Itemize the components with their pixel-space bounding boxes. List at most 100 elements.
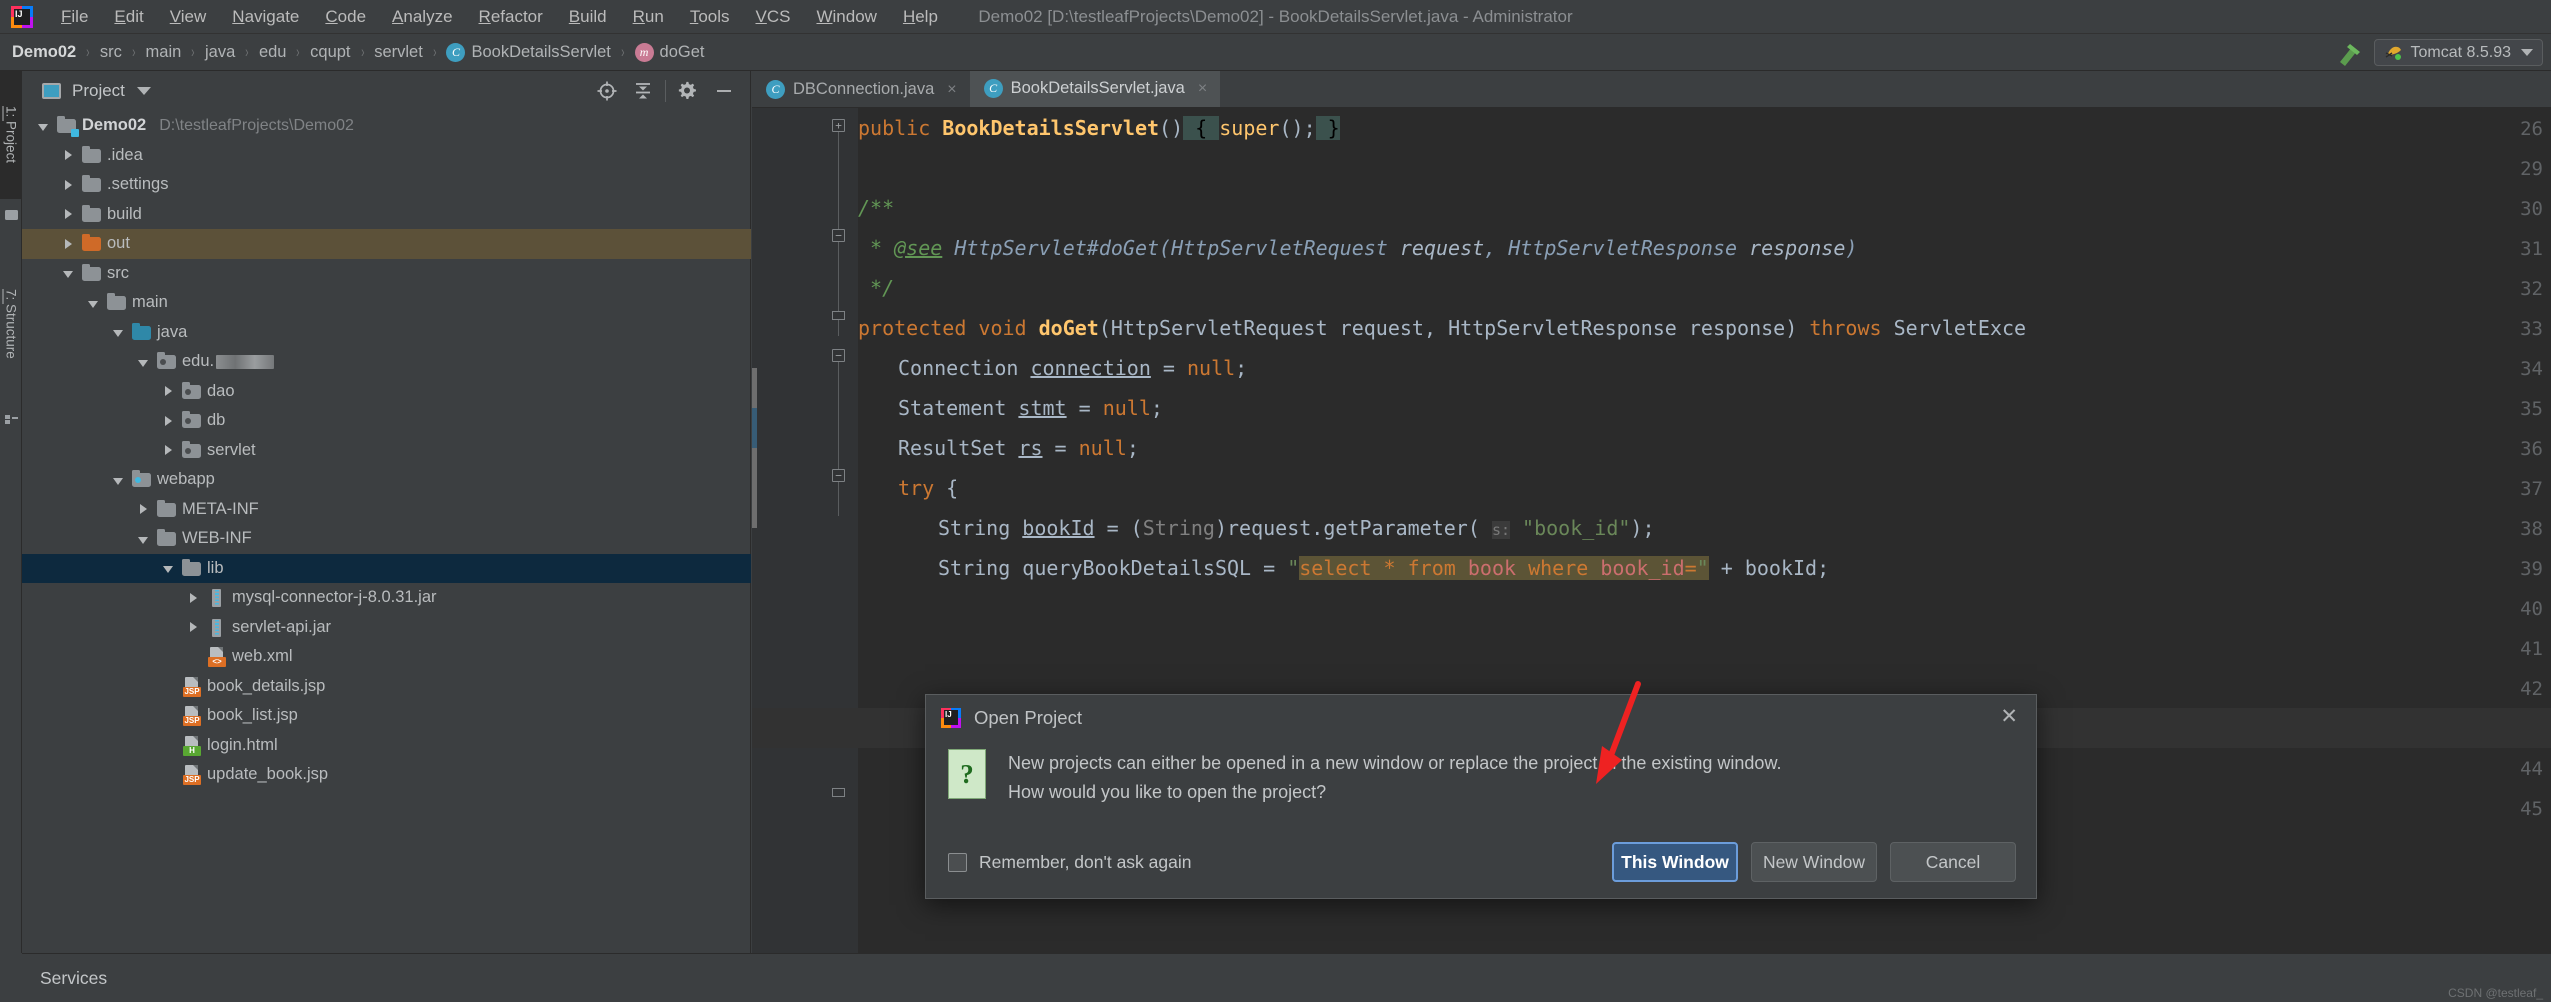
menu-item-file[interactable]: File <box>48 0 101 34</box>
tree-item-db[interactable]: db <box>22 406 751 436</box>
services-tool-window-bar[interactable]: Services <box>22 953 2551 1002</box>
editor-tab-dbconnection-java[interactable]: C DBConnection.java × <box>752 71 970 108</box>
menu-item-tools[interactable]: Tools <box>677 0 743 34</box>
project-tree[interactable]: Demo02 D:\testleafProjects\Demo02 .idea .se… <box>22 111 751 953</box>
chevron-down-icon[interactable] <box>84 295 102 311</box>
locate-icon[interactable] <box>589 73 625 109</box>
web-resource-folder-icon <box>131 470 153 489</box>
breadcrumb-item-cqupt[interactable]: cqupt <box>308 43 352 62</box>
tree-item-label: Demo02 <box>82 116 147 135</box>
tree-item-book-details-jsp[interactable]: JSP book_details.jsp <box>22 672 751 702</box>
breadcrumb-item-servlet[interactable]: servlet <box>372 43 425 62</box>
menu-item-navigate[interactable]: Navigate <box>219 0 312 34</box>
breadcrumb-item-src[interactable]: src <box>98 43 124 62</box>
breadcrumb-item-main[interactable]: main <box>144 43 184 62</box>
menu-item-help[interactable]: Help <box>890 0 951 34</box>
run-configuration-selector[interactable]: Tomcat 8.5.93 <box>2373 39 2543 66</box>
chevron-down-icon[interactable] <box>59 265 77 281</box>
chevron-down-icon[interactable] <box>136 87 151 95</box>
menu-item-build[interactable]: Build <box>556 0 620 34</box>
menu-item-vcs[interactable]: VCS <box>743 0 804 34</box>
chevron-down-icon[interactable] <box>134 531 152 547</box>
breadcrumb-item-java[interactable]: java <box>203 43 237 62</box>
fold-expand-icon[interactable]: + <box>832 119 845 132</box>
menu-item-edit[interactable]: Edit <box>101 0 156 34</box>
chevron-down-icon[interactable] <box>159 560 177 576</box>
chevron-right-icon[interactable] <box>59 236 77 252</box>
tree-item-servlet-api-jar[interactable]: servlet-api.jar <box>22 613 751 643</box>
chevron-right-icon[interactable] <box>59 147 77 163</box>
fold-collapse-icon[interactable]: − <box>832 469 845 482</box>
tree-item-update-book-jsp[interactable]: JSP update_book.jsp <box>22 760 751 790</box>
dialog-button-this-window[interactable]: This Window <box>1612 842 1738 882</box>
code-line-35: Statement stmt = null; <box>898 396 1163 420</box>
tree-item-login-html[interactable]: Hlogin.html <box>22 731 751 761</box>
tree-item-mysql-connector-j-8-0-31-jar[interactable]: mysql-connector-j-8.0.31.jar <box>22 583 751 613</box>
fold-end-icon[interactable] <box>832 311 845 320</box>
breadcrumb-item-demo02[interactable]: Demo02 <box>10 43 78 62</box>
tree-item-webapp[interactable]: webapp <box>22 465 751 495</box>
tree-item-servlet[interactable]: servlet <box>22 436 751 466</box>
menu-item-refactor[interactable]: Refactor <box>466 0 556 34</box>
tree-item-out[interactable]: out <box>22 229 751 259</box>
tree-item-src[interactable]: src <box>22 259 751 289</box>
dialog-button-cancel[interactable]: Cancel <box>1890 842 2016 882</box>
chevron-down-icon[interactable] <box>109 324 127 340</box>
tree-item-idea[interactable]: .idea <box>22 141 751 171</box>
menu-item-window[interactable]: Window <box>803 0 889 34</box>
close-icon[interactable]: ✕ <box>2000 706 2018 727</box>
tree-item-meta-inf[interactable]: META-INF <box>22 495 751 525</box>
breadcrumb-item-bookdetailsservlet[interactable]: C BookDetailsServlet <box>444 42 612 62</box>
editor-tab-bookdetailsservlet-java[interactable]: C BookDetailsServlet.java × <box>969 71 1221 108</box>
chevron-right-icon[interactable] <box>159 442 177 458</box>
collapse-all-icon[interactable] <box>625 73 661 109</box>
favorites-icon[interactable] <box>0 199 22 229</box>
breadcrumb-label: BookDetailsServlet <box>471 42 611 61</box>
tree-item-edu[interactable]: edu. <box>22 347 751 377</box>
folder-icon <box>156 499 178 519</box>
chevron-right-icon[interactable] <box>59 177 77 193</box>
remember-checkbox[interactable] <box>948 852 967 872</box>
tree-item-dao[interactable]: dao <box>22 377 751 407</box>
close-icon[interactable]: × <box>947 81 956 99</box>
chevron-down-icon[interactable] <box>2521 49 2533 56</box>
close-icon[interactable]: × <box>1198 80 1207 98</box>
sidebar-item-project[interactable]: 1: Project <box>0 71 22 199</box>
menu-item-code[interactable]: Code <box>312 0 379 34</box>
breadcrumb-item-doget[interactable]: m doGet <box>633 42 707 62</box>
fold-collapse-icon[interactable]: − <box>832 349 845 362</box>
tree-item-build[interactable]: build <box>22 200 751 230</box>
tree-item-demo02[interactable]: Demo02 D:\testleafProjects\Demo02 <box>22 111 751 141</box>
editor-gutter[interactable] <box>752 108 820 953</box>
dialog-button-new-window[interactable]: New Window <box>1751 842 1877 882</box>
fold-end-icon[interactable] <box>832 788 845 797</box>
tree-item-lib[interactable]: lib <box>22 553 751 583</box>
structure-glyph-icon[interactable] <box>0 403 22 433</box>
chevron-right-icon[interactable] <box>184 619 202 635</box>
editor-fold-column[interactable]: + − − − <box>820 108 858 953</box>
breadcrumb-separator: › <box>621 42 625 61</box>
tree-item-main[interactable]: main <box>22 288 751 318</box>
tree-item-settings[interactable]: .settings <box>22 170 751 200</box>
tree-item-web-xml[interactable]: <> web.xml <box>22 642 751 672</box>
chevron-down-icon[interactable] <box>34 118 52 134</box>
menu-item-run[interactable]: Run <box>620 0 677 34</box>
tree-item-java[interactable]: java <box>22 318 751 348</box>
build-hammer-icon[interactable] <box>2332 38 2366 68</box>
chevron-right-icon[interactable] <box>59 206 77 222</box>
hide-panel-icon[interactable] <box>706 73 742 109</box>
chevron-down-icon[interactable] <box>134 354 152 370</box>
chevron-right-icon[interactable] <box>159 383 177 399</box>
tree-item-book-list-jsp[interactable]: JSP book_list.jsp <box>22 701 751 731</box>
chevron-right-icon[interactable] <box>184 590 202 606</box>
tree-item-web-inf[interactable]: WEB-INF <box>22 524 751 554</box>
chevron-right-icon[interactable] <box>134 501 152 517</box>
chevron-right-icon[interactable] <box>159 413 177 429</box>
fold-collapse-icon[interactable]: − <box>832 229 845 242</box>
menu-item-view[interactable]: View <box>157 0 220 34</box>
menu-item-analyze[interactable]: Analyze <box>379 0 465 34</box>
settings-gear-icon[interactable] <box>670 73 706 109</box>
sidebar-item-structure[interactable]: 7: Structure <box>0 246 22 401</box>
chevron-down-icon[interactable] <box>109 472 127 488</box>
breadcrumb-item-edu[interactable]: edu <box>257 43 289 62</box>
